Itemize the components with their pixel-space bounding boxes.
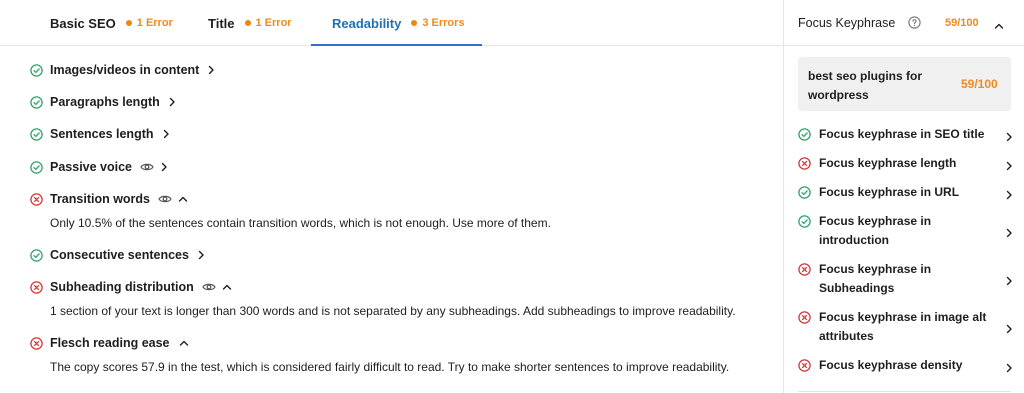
analysis-tabs: Basic SEO 1 Error Title 1 Error Readabil… — [0, 0, 783, 46]
panel-title: Focus Keyphrase — [798, 16, 896, 30]
readability-item-transition-words[interactable]: Transition words — [30, 190, 188, 208]
item-description: The copy scores 57.9 in the test, which … — [50, 360, 730, 374]
check-circle-icon — [798, 215, 811, 228]
readability-item-passive-voice[interactable]: Passive voice — [30, 158, 168, 176]
chevron-right-icon — [1005, 360, 1013, 378]
item-label: Flesch reading ease — [50, 336, 170, 350]
check-label: Focus keyphrase density — [819, 358, 963, 372]
readability-item-images[interactable]: Images/videos in content — [30, 61, 215, 79]
keyphrase-score: 59/100 — [945, 17, 979, 29]
check-label: Focus keyphrase length — [819, 156, 957, 170]
divider — [798, 391, 1011, 392]
chevron-up-icon[interactable] — [994, 17, 1004, 35]
chevron-right-icon — [168, 97, 176, 107]
check-label: Focus keyphrase in SEO title — [819, 127, 985, 141]
item-description: Only 10.5% of the sentences contain tran… — [50, 216, 551, 230]
readability-item-sentences[interactable]: Sentences length — [30, 125, 170, 143]
readability-item-flesch-reading-ease[interactable]: Flesch reading ease — [30, 334, 189, 352]
item-label: Subheading distribution — [50, 280, 194, 294]
error-count: 3 Errors — [422, 17, 465, 29]
chevron-up-icon — [179, 339, 189, 347]
chevron-right-icon — [1005, 225, 1013, 243]
readability-item-consecutive-sentences[interactable]: Consecutive sentences — [30, 246, 205, 264]
keyphrase-value: best seo plugins for wordpress — [808, 69, 923, 102]
check-circle-icon — [30, 64, 43, 77]
active-tab-indicator — [311, 44, 482, 46]
error-dot — [244, 20, 251, 26]
error-count: 1 Error — [255, 17, 292, 29]
chevron-right-icon — [197, 250, 205, 260]
tab-readability[interactable]: Readability 3 Errors — [332, 0, 465, 46]
x-circle-icon — [798, 311, 811, 324]
check-circle-icon — [798, 186, 811, 199]
chevron-right-icon — [1005, 129, 1013, 147]
tab-basic-seo[interactable]: Basic SEO 1 Error — [50, 0, 173, 46]
focus-keyphrase-panel: Focus Keyphrase 59/100 best seo plugins … — [783, 0, 1024, 393]
keyphrase-box[interactable]: best seo plugins for wordpress 59/100 — [798, 57, 1011, 111]
item-label: Transition words — [50, 192, 151, 206]
x-circle-icon — [30, 193, 43, 206]
x-circle-icon — [798, 359, 811, 372]
eye-icon[interactable] — [140, 162, 154, 172]
readability-panel: Basic SEO 1 Error Title 1 Error Readabil… — [0, 0, 783, 393]
check-label: Focus keyphrase in image alt attributes — [819, 310, 987, 343]
chevron-right-icon — [1005, 273, 1013, 291]
check-circle-icon — [30, 128, 43, 141]
chevron-right-icon — [162, 129, 170, 139]
item-description: 1 section of your text is longer than 30… — [50, 304, 736, 318]
chevron-up-icon — [178, 195, 188, 203]
x-circle-icon — [798, 263, 811, 276]
check-circle-icon — [30, 96, 43, 109]
item-label: Sentences length — [50, 127, 154, 141]
check-label: Focus keyphrase in introduction — [819, 214, 932, 247]
tab-label: Title — [208, 15, 235, 31]
x-circle-icon — [798, 157, 811, 170]
check-circle-icon — [798, 128, 811, 141]
item-label: Passive voice — [50, 160, 133, 174]
keyphrase-box-score: 59/100 — [961, 77, 998, 91]
x-circle-icon — [30, 281, 43, 294]
chevron-right-icon — [1005, 187, 1013, 205]
item-label: Consecutive sentences — [50, 248, 189, 262]
tab-title[interactable]: Title 1 Error — [208, 0, 292, 46]
chevron-right-icon — [1005, 158, 1013, 176]
eye-icon[interactable] — [202, 282, 216, 292]
item-label: Paragraphs length — [50, 95, 160, 109]
check-label: Focus keyphrase in Subheadings — [819, 262, 932, 295]
eye-icon[interactable] — [158, 194, 172, 204]
tab-label: Basic SEO — [50, 15, 116, 31]
error-dot — [411, 20, 418, 26]
item-label: Images/videos in content — [50, 63, 200, 77]
check-label: Focus keyphrase in URL — [819, 185, 960, 199]
chevron-right-icon — [207, 65, 215, 75]
error-count: 1 Error — [136, 17, 173, 29]
chevron-right-icon — [1005, 321, 1013, 339]
focus-keyphrase-header[interactable]: Focus Keyphrase 59/100 — [784, 0, 1024, 46]
readability-item-paragraphs[interactable]: Paragraphs length — [30, 93, 176, 111]
tab-label: Readability — [332, 15, 402, 31]
help-icon[interactable] — [908, 16, 921, 34]
error-dot — [125, 20, 132, 26]
chevron-up-icon — [222, 283, 232, 291]
readability-item-subheading-distribution[interactable]: Subheading distribution — [30, 278, 232, 296]
x-circle-icon — [30, 337, 43, 350]
check-circle-icon — [30, 161, 43, 174]
check-circle-icon — [30, 249, 43, 262]
chevron-right-icon — [160, 162, 168, 172]
